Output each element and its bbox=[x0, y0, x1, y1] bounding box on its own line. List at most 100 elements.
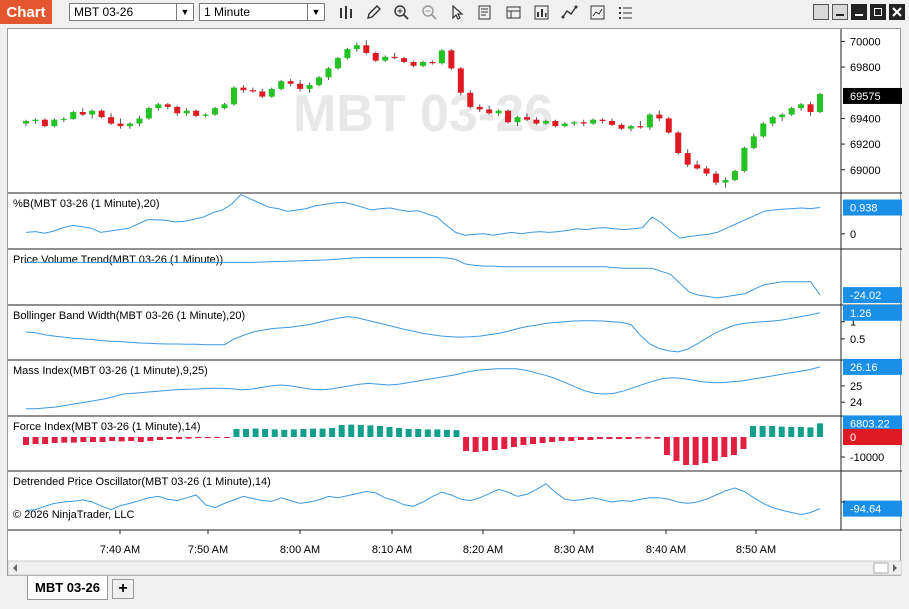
tab-instrument[interactable]: MBT 03-26 bbox=[27, 576, 108, 600]
candle bbox=[788, 108, 795, 115]
candle bbox=[249, 90, 256, 92]
window-option-button[interactable] bbox=[813, 4, 829, 20]
price-tick-label: 69800 bbox=[850, 62, 881, 74]
cursor-icon[interactable] bbox=[447, 2, 467, 22]
candle bbox=[750, 136, 757, 148]
price-tick-label: 69000 bbox=[850, 165, 881, 177]
minimize-button[interactable] bbox=[832, 4, 848, 20]
panel-title: Detrended Price Oscillator(MBT 03-26 (1 … bbox=[13, 476, 271, 488]
candle bbox=[108, 117, 115, 124]
force-bar bbox=[42, 437, 49, 444]
chart-menu-button[interactable]: Chart bbox=[0, 0, 52, 24]
indicators-icon[interactable] bbox=[531, 2, 551, 22]
indicator-value-label: -24.02 bbox=[850, 290, 881, 302]
candle bbox=[438, 50, 445, 64]
candle bbox=[486, 109, 493, 114]
force-bar bbox=[367, 425, 374, 437]
force-bar bbox=[89, 437, 96, 442]
force-bar bbox=[683, 437, 690, 465]
force-bar bbox=[214, 437, 221, 438]
chart-area[interactable]: MBT 03-26 69000 69200 69400 69800 70000 69575%… bbox=[7, 28, 902, 577]
force-bar bbox=[137, 437, 144, 442]
force-bar bbox=[281, 429, 288, 437]
force-bar bbox=[99, 437, 106, 442]
candle bbox=[23, 120, 29, 124]
instrument-selector[interactable]: MBT 03-26 ▼ bbox=[69, 3, 194, 21]
force-bar bbox=[750, 426, 757, 437]
chevron-down-icon[interactable]: ▼ bbox=[176, 4, 193, 20]
properties-icon[interactable] bbox=[587, 2, 607, 22]
candle bbox=[817, 94, 823, 112]
data-box-icon[interactable] bbox=[475, 2, 495, 22]
candle bbox=[145, 108, 152, 119]
candle bbox=[476, 106, 483, 110]
force-bar bbox=[70, 437, 77, 443]
candle bbox=[675, 132, 682, 154]
candle bbox=[183, 110, 190, 114]
close-button[interactable] bbox=[889, 4, 905, 20]
maximize-button[interactable] bbox=[870, 4, 886, 20]
zoom-out-icon[interactable] bbox=[419, 2, 439, 22]
force-bar bbox=[109, 437, 116, 441]
candle bbox=[316, 77, 323, 86]
horizontal-scrollbar[interactable] bbox=[8, 560, 902, 576]
candle bbox=[79, 112, 86, 115]
instrument-value: MBT 03-26 bbox=[74, 5, 134, 19]
force-bar bbox=[759, 426, 766, 437]
force-bar bbox=[338, 425, 345, 437]
candle bbox=[580, 122, 587, 124]
candle bbox=[514, 117, 521, 123]
force-bar bbox=[702, 437, 709, 463]
candle bbox=[741, 147, 748, 172]
panel-title: Price Volume Trend(MBT 03-26 (1 Minute)) bbox=[13, 254, 223, 266]
force-bar bbox=[797, 427, 804, 437]
force-bar bbox=[376, 426, 383, 437]
force-bar bbox=[520, 437, 527, 445]
force-bar bbox=[329, 428, 336, 437]
candle bbox=[684, 153, 691, 165]
force-bar bbox=[721, 437, 728, 457]
time-label: 8:20 AM bbox=[463, 544, 503, 556]
candle bbox=[60, 119, 67, 121]
candle bbox=[760, 123, 767, 137]
templates-icon[interactable] bbox=[503, 2, 523, 22]
minimize-dark-button[interactable] bbox=[851, 4, 867, 20]
force-bar bbox=[817, 423, 823, 437]
candle bbox=[448, 50, 455, 69]
candle bbox=[221, 104, 228, 109]
add-tab-button[interactable]: + bbox=[112, 579, 134, 599]
force-bar bbox=[539, 437, 546, 443]
zoom-in-icon[interactable] bbox=[391, 2, 411, 22]
candle bbox=[259, 91, 266, 97]
chart-canvas[interactable]: MBT 03-26 69000 69200 69400 69800 70000 69575%… bbox=[8, 29, 902, 577]
force-bar bbox=[166, 437, 173, 439]
candle bbox=[51, 119, 58, 127]
interval-value: 1 Minute bbox=[204, 5, 251, 19]
chevron-down-icon[interactable]: ▼ bbox=[307, 4, 324, 20]
force-bar bbox=[405, 429, 412, 437]
candle bbox=[89, 110, 96, 115]
force-bar bbox=[415, 429, 422, 437]
candle bbox=[240, 87, 247, 91]
candle bbox=[618, 124, 625, 129]
force-bar bbox=[195, 437, 202, 439]
menu-icon[interactable] bbox=[615, 2, 635, 22]
force-bar bbox=[510, 437, 517, 447]
candle bbox=[523, 117, 530, 120]
interval-selector[interactable]: 1 Minute ▼ bbox=[199, 3, 325, 21]
force-bar bbox=[319, 428, 326, 437]
force-bar bbox=[778, 426, 785, 437]
candle bbox=[297, 83, 304, 89]
candle bbox=[334, 58, 341, 69]
scrollbar-thumb[interactable] bbox=[873, 562, 889, 574]
candle bbox=[609, 120, 616, 125]
force-bar bbox=[252, 428, 259, 437]
candle bbox=[599, 119, 606, 121]
force-bar bbox=[386, 427, 393, 437]
strategies-icon[interactable] bbox=[559, 2, 579, 22]
bar-type-icon[interactable] bbox=[336, 2, 356, 22]
force-bar bbox=[61, 437, 68, 443]
force-bar bbox=[587, 437, 594, 440]
draw-pencil-icon[interactable] bbox=[363, 2, 383, 22]
force-bar bbox=[530, 437, 537, 444]
